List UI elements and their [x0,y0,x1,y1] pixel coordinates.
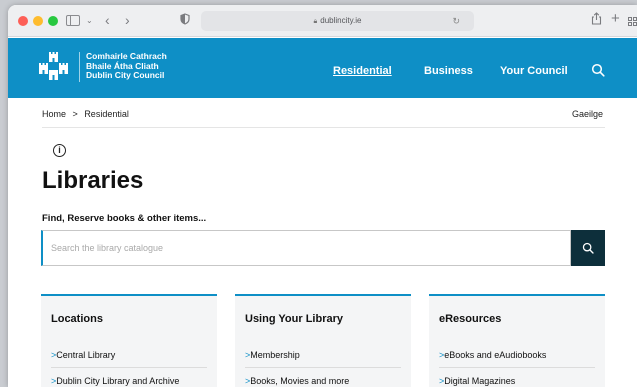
new-tab-icon[interactable]: + [611,11,620,27]
card-locations: Locations >Central Library >Dublin City … [41,294,217,387]
nav-business[interactable]: Business [424,65,473,77]
search-icon [582,242,594,254]
back-arrow-icon[interactable]: ‹ [105,12,110,28]
site-header: Comhairle Cathrach Bhaile Átha Cliath Du… [8,38,637,98]
card-link-label: Central Library [56,350,116,360]
card-link[interactable]: >Central Library [51,350,115,360]
card-link-label: Dublin City Library and Archive [56,376,180,386]
card-link[interactable]: >Books, Movies and more [245,376,349,386]
language-toggle-link[interactable]: Gaeilge [572,109,603,119]
card-link-label: Books, Movies and more [250,376,350,386]
card-link[interactable]: >Membership [245,350,300,360]
card-link[interactable]: >Digital Magazines [439,376,515,386]
address-bar[interactable]: 🔒︎ dublincity.ie ↻ [201,11,474,31]
breadcrumb-divider [42,127,605,128]
card-link[interactable]: >eBooks and eAudiobooks [439,350,546,360]
page-title: Libraries [42,167,144,194]
nav-your-council[interactable]: Your Council [500,65,568,77]
card-link[interactable]: >Dublin City Library and Archive [51,376,179,386]
browser-window: ⌄ ‹ › 🔒︎ dublincity.ie ↻ + Comhairle Cat… [8,5,637,387]
info-icon[interactable]: i [53,144,66,157]
breadcrumb-current[interactable]: Residential [84,109,129,119]
url-text: dublincity.ie [320,16,362,25]
card-link-label: eBooks and eAudiobooks [444,350,547,360]
card-eresources: eResources >eBooks and eAudiobooks >Digi… [429,294,605,387]
search-icon[interactable] [591,63,605,77]
close-window-button[interactable] [18,16,28,26]
card-link-label: Membership [250,350,300,360]
tab-overview-icon[interactable] [628,14,637,30]
sidebar-icon[interactable] [66,15,80,26]
reload-icon[interactable]: ↻ [452,11,460,31]
logo-divider [79,52,80,82]
catalogue-search-input[interactable] [41,230,571,266]
maximize-window-button[interactable] [48,16,58,26]
nav-residential[interactable]: Residential [333,65,392,77]
castle-logo-icon[interactable] [38,52,70,82]
catalogue-search-button[interactable] [571,230,605,266]
minimize-window-button[interactable] [33,16,43,26]
card-divider [51,367,207,368]
browser-toolbar: ⌄ ‹ › 🔒︎ dublincity.ie ↻ + [8,5,637,37]
card-divider [245,367,401,368]
forward-arrow-icon[interactable]: › [125,12,130,28]
card-link-label: Digital Magazines [444,376,516,386]
card-title: Using Your Library [245,313,344,325]
privacy-shield-icon[interactable] [180,13,190,29]
card-divider [439,367,595,368]
search-label: Find, Reserve books & other items... [42,213,207,224]
breadcrumb-home[interactable]: Home [42,109,66,119]
card-title: eResources [439,313,502,325]
lock-icon: 🔒︎ [313,18,318,25]
breadcrumb: Home > Residential [42,109,129,119]
council-name-line: Dublin City Council [86,70,165,80]
council-name[interactable]: Comhairle Cathrach Bhaile Átha Cliath Du… [86,51,167,81]
breadcrumb-separator: > [72,109,78,119]
card-title: Locations [51,313,103,325]
share-icon[interactable] [591,12,602,29]
card-using-your-library: Using Your Library >Membership >Books, M… [235,294,411,387]
chevron-down-icon[interactable]: ⌄ [86,13,93,29]
